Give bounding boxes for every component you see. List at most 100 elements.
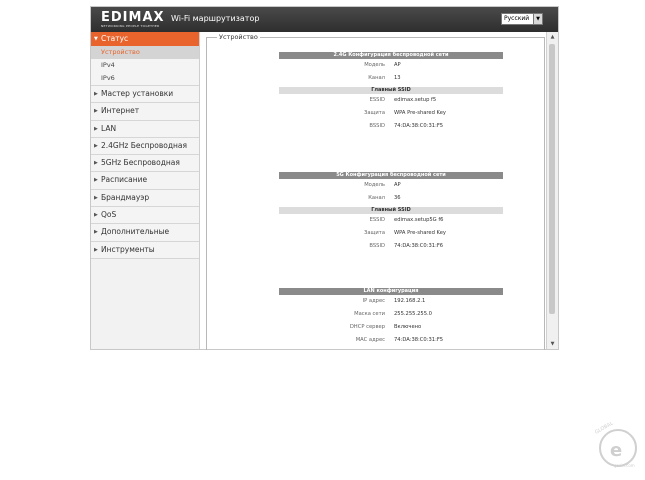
triangle-down-icon: ▼ [94, 36, 98, 42]
row-label: ESSID [369, 217, 385, 223]
row-value: WPA Pre-shared Key [394, 230, 446, 236]
svg-text:e: e [610, 440, 622, 461]
sidebar-item-internet[interactable]: ▶ Интернет [91, 103, 199, 121]
chevron-down-icon[interactable]: ▼ [533, 14, 542, 24]
sidebar-item-wireless-5[interactable]: ▶5GHz Беспроводная связь [91, 155, 199, 183]
edimax-logo[interactable]: EDIMAX NETWORKING PEOPLE TOGETHER [101, 11, 165, 29]
watermark-logo-icon: e GLOBAL gecid.com [594, 420, 637, 468]
info-row-mac: MAC адрес 74:DA:38:C0:31:F5 [279, 334, 503, 347]
sidebar-item-tools[interactable]: ▶ Инструменты [91, 241, 199, 259]
sidebar-item-advanced[interactable]: ▶Дополнительные настройки [91, 224, 199, 252]
section-title: 2.4G Конфигурация беспроводной сети [279, 52, 503, 59]
sidebar-item-lan[interactable]: ▶ LAN [91, 120, 199, 138]
sidebar-nav: ▼ Статус Устройство IPv4 IPv6 ▶ Мастер ус… [91, 32, 200, 349]
subsection-title: Главный SSID [279, 87, 503, 94]
site-watermark: e GLOBAL gecid.com [588, 420, 642, 470]
language-select[interactable]: Русский ▼ [501, 13, 543, 25]
row-value: edimax.setup5G f6 [394, 217, 444, 223]
info-row-channel: Канал 13 [279, 72, 503, 85]
main-content: Устройство 2.4G Конфигурация беспроводно… [200, 32, 548, 350]
sidebar-item-label: Инструменты [101, 244, 155, 254]
info-row-security: Защита WPA Pre-shared Key [279, 107, 503, 120]
triangle-right-icon: ▶ [94, 91, 98, 97]
row-label: Защита [364, 230, 385, 236]
sidebar-item-label: Мастер установки [101, 89, 174, 98]
sidebar-item-schedule[interactable]: ▶ Расписание [91, 172, 199, 190]
row-label: ESSID [369, 97, 385, 103]
language-value: Русский [504, 15, 530, 22]
row-value: AP [394, 62, 401, 68]
device-panel: Устройство 2.4G Конфигурация беспроводно… [206, 33, 545, 350]
triangle-right-icon: ▶ [94, 229, 98, 236]
info-row-essid: ESSID edimax.setup f5 [279, 94, 503, 107]
sidebar-item-wireless-24[interactable]: ▶2.4GHz Беспроводная связь [91, 137, 199, 166]
triangle-right-icon: ▶ [94, 212, 98, 219]
info-row-bssid: BSSID 74:DA:38:C0:31:F5 [279, 120, 503, 133]
scrollbar-thumb[interactable] [549, 44, 555, 314]
row-value: Включено [394, 324, 422, 330]
row-label: Маска сети [354, 311, 385, 317]
info-row-model: Модель AP [279, 179, 503, 192]
scroll-down-icon[interactable]: ▼ [547, 339, 558, 349]
wifi5-section: 5G Конфигурация беспроводной сети Модель… [279, 172, 503, 253]
row-value: 74:DA:38:C0:31:F5 [394, 123, 444, 129]
row-value: WPA Pre-shared Key [394, 110, 446, 116]
logo-tagline: NETWORKING PEOPLE TOGETHER [101, 24, 160, 28]
content-scrollbar[interactable]: ▲ ▼ [546, 32, 558, 349]
info-row-channel: Канал 36 [279, 192, 503, 205]
panel-legend: Устройство [217, 33, 260, 41]
top-header: EDIMAX NETWORKING PEOPLE TOGETHER Wi-Fi … [91, 7, 558, 32]
triangle-right-icon: ▶ [94, 194, 98, 201]
subsection-title: Главный SSID [279, 207, 503, 214]
info-row-netmask: Маска сети 255.255.255.0 [279, 308, 503, 321]
sidebar-item-firewall[interactable]: ▶ Брандмауэр [91, 189, 199, 208]
row-label: Защита [364, 110, 385, 116]
sidebar-item-qos[interactable]: ▶ QoS [91, 207, 199, 225]
lan-section: LAN конфигурация IP адрес 192.168.2.1 Мас… [279, 288, 503, 347]
sidebar-item-label: Интернет [101, 106, 140, 116]
row-label: IP адрес [362, 298, 385, 304]
row-label: DHCP сервер [349, 324, 385, 330]
row-label: Модель [364, 62, 385, 68]
app-title: Wi-Fi маршрутизатор [171, 14, 260, 23]
triangle-right-icon: ▶ [94, 160, 98, 167]
sidebar-item-label: Расписание [101, 175, 148, 185]
row-label: BSSID [369, 243, 385, 249]
triangle-right-icon: ▶ [94, 142, 98, 149]
row-value: 255.255.255.0 [394, 311, 432, 317]
sidebar-item-status[interactable]: ▼ Статус [91, 32, 199, 46]
info-row-dhcp: DHCP сервер Включено [279, 321, 503, 334]
sidebar-subitem-ipv6[interactable]: IPv6 [91, 72, 199, 86]
triangle-right-icon: ▶ [94, 246, 98, 253]
row-value: 13 [394, 75, 401, 81]
row-label: Модель [364, 182, 385, 188]
row-label: Канал [368, 195, 385, 201]
watermark-text: GLOBAL [594, 420, 615, 435]
watermark-brand: gecid.com [614, 463, 635, 468]
row-value: 192.168.2.1 [394, 298, 426, 304]
row-label: BSSID [369, 123, 385, 129]
info-row-ip: IP адрес 192.168.2.1 [279, 295, 503, 308]
row-value: 74:DA:38:C0:31:F5 [394, 337, 444, 343]
info-row-essid: ESSID edimax.setup5G f6 [279, 214, 503, 227]
triangle-right-icon: ▶ [94, 125, 98, 132]
sidebar-item-label: LAN [101, 123, 117, 133]
scroll-up-icon[interactable]: ▲ [547, 32, 558, 42]
info-row-security: Защита WPA Pre-shared Key [279, 227, 503, 240]
triangle-right-icon: ▶ [94, 108, 98, 115]
sidebar-item-setup-wizard[interactable]: ▶ Мастер установки [91, 86, 199, 104]
row-value: 74:DA:38:C0:31:F6 [394, 243, 444, 249]
row-label: MAC адрес [355, 337, 385, 343]
sidebar-item-label: Статус [101, 34, 129, 43]
info-row-bssid: BSSID 74:DA:38:C0:31:F6 [279, 240, 503, 253]
triangle-right-icon: ▶ [94, 177, 98, 184]
wifi24-section: 2.4G Конфигурация беспроводной сети Моде… [279, 52, 503, 133]
sidebar-item-label: QoS [101, 210, 117, 220]
sidebar-subitem-ipv4[interactable]: IPv4 [91, 59, 199, 72]
sidebar-subitem-device[interactable]: Устройство [91, 46, 199, 59]
row-value: edimax.setup f5 [394, 97, 437, 103]
router-ui-frame: EDIMAX NETWORKING PEOPLE TOGETHER Wi-Fi … [90, 6, 559, 350]
row-value: 36 [394, 195, 401, 201]
info-row-model: Модель AP [279, 59, 503, 72]
section-title: 5G Конфигурация беспроводной сети [279, 172, 503, 179]
